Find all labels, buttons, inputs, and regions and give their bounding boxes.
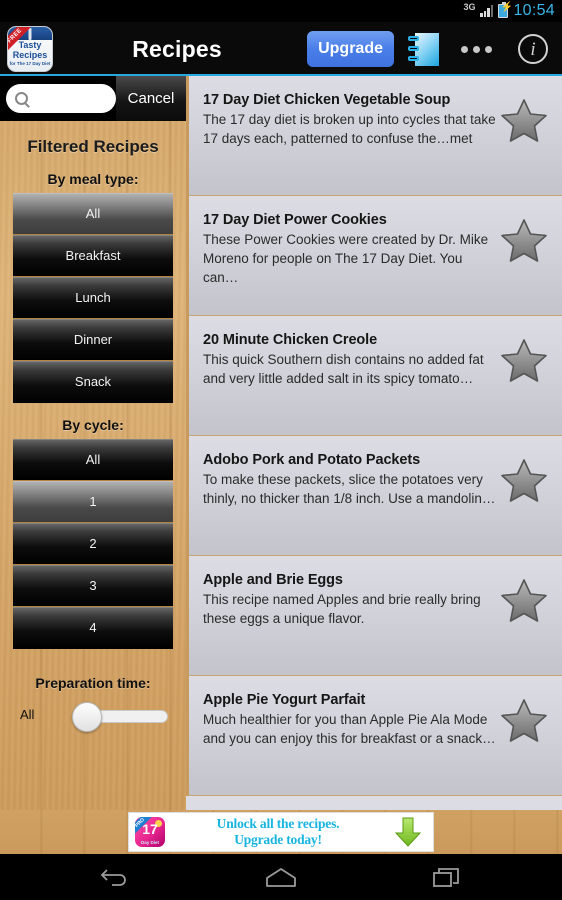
upgrade-button[interactable]: Upgrade (307, 31, 394, 67)
prep-time-value: All (20, 706, 35, 722)
recipe-row[interactable]: Adobo Pork and Potato Packets To make th… (186, 436, 562, 556)
cycle-group: All 1 2 3 4 (13, 439, 173, 649)
ad-line-1: Unlock all the recipes. (216, 816, 340, 831)
search-bar: Cancel (0, 76, 186, 121)
meal-type-label: By meal type: (47, 171, 139, 187)
prep-time-slider[interactable] (72, 699, 168, 732)
cycle-2[interactable]: 2 (13, 523, 173, 565)
star-icon[interactable] (501, 578, 547, 622)
recipe-title: 17 Day Diet Power Cookies (203, 212, 387, 228)
meal-type-lunch[interactable]: Lunch (13, 277, 173, 319)
cycle-4[interactable]: 4 (13, 607, 173, 649)
meal-type-group: All Breakfast Lunch Dinner Snack (13, 193, 173, 403)
search-input[interactable] (6, 84, 116, 113)
cancel-button[interactable]: Cancel (116, 76, 186, 121)
status-bar: 3G 10:54 (0, 0, 562, 22)
star-icon[interactable] (501, 338, 547, 382)
recipe-row[interactable]: Apple and Brie Eggs This recipe named Ap… (186, 556, 562, 676)
recipe-title: Adobo Pork and Potato Packets (203, 452, 421, 468)
cycle-1[interactable]: 1 (13, 481, 173, 523)
slider-knob[interactable] (72, 702, 102, 732)
fork-icon (28, 28, 32, 40)
android-nav-bar (0, 854, 562, 900)
meal-type-dinner[interactable]: Dinner (13, 319, 173, 361)
recipe-row[interactable]: 20 Minute Chicken Creole This quick Sout… (186, 316, 562, 436)
recipe-description: This quick Southern dish contains no add… (203, 352, 484, 386)
recipe-title: Apple Pie Yogurt Parfait (203, 692, 366, 708)
star-icon[interactable] (501, 698, 547, 742)
filter-panel-title: Filtered Recipes (27, 137, 159, 156)
meal-type-snack[interactable]: Snack (13, 361, 173, 403)
pro-17-day-diet-icon: PRO 17 Day Diet (135, 817, 165, 847)
ad-icon-number: 17 (142, 821, 158, 837)
recipe-description: This recipe named Apples and brie really… (203, 592, 481, 626)
info-icon[interactable]: i (518, 34, 548, 64)
star-icon[interactable] (501, 218, 547, 262)
recipe-row[interactable]: 17 Day Diet Chicken Vegetable Soup The 1… (186, 76, 562, 196)
filter-scroll-area: Filtered Recipes By meal type: All Break… (0, 121, 186, 810)
recipe-description: The 17 day diet is broken up into cycles… (203, 112, 496, 146)
recipe-title: 20 Minute Chicken Creole (203, 332, 378, 348)
download-arrow-icon (391, 815, 425, 849)
meal-type-breakfast[interactable]: Breakfast (13, 235, 173, 277)
recents-icon[interactable] (423, 857, 471, 897)
network-type-label: 3G (463, 1, 476, 12)
star-icon[interactable] (501, 98, 547, 142)
recipe-description: These Power Cookies were created by Dr. … (203, 232, 489, 285)
battery-charging-icon (498, 2, 513, 18)
recipe-title: 17 Day Diet Chicken Vegetable Soup (203, 92, 451, 108)
prep-time-label: Preparation time: (35, 675, 151, 691)
cycle-label: By cycle: (62, 417, 124, 433)
search-icon (15, 92, 28, 105)
filter-sidebar: Cancel Filtered Recipes By meal type: Al… (0, 76, 186, 810)
home-icon[interactable] (257, 857, 305, 897)
ad-line-2: Upgrade today! (234, 832, 322, 847)
recipe-title: Apple and Brie Eggs (203, 572, 343, 588)
cycle-all[interactable]: All (13, 439, 173, 481)
status-bar-clock: 10:54 (513, 2, 555, 19)
meal-type-all[interactable]: All (13, 193, 173, 235)
ad-banner-area: PRO 17 Day Diet Unlock all the recipes. … (0, 810, 562, 854)
recipe-description: Much healthier for you than Apple Pie Al… (203, 712, 496, 746)
ad-icon-sub: Day Diet (140, 840, 159, 845)
notebook-icon[interactable] (408, 32, 439, 66)
signal-bars-icon (480, 5, 494, 17)
action-bar: FREE Tasty Recipes for The 17 Day Diet R… (0, 22, 562, 76)
recipe-row[interactable]: 17 Day Diet Power Cookies These Power Co… (186, 196, 562, 316)
upgrade-ad-banner[interactable]: PRO 17 Day Diet Unlock all the recipes. … (128, 812, 434, 852)
ad-text: Unlock all the recipes. Upgrade today! (165, 816, 391, 848)
app-root: 3G 10:54 FREE Tasty Recipes for The 17 D… (0, 0, 562, 900)
recipe-list[interactable]: 17 Day Diet Chicken Vegetable Soup The 1… (186, 76, 562, 810)
app-icon-line1: Tasty (18, 40, 42, 50)
cycle-3[interactable]: 3 (13, 565, 173, 607)
recipe-row[interactable]: Apple Pie Yogurt Parfait Much healthier … (186, 676, 562, 796)
app-icon-line2: Recipes (12, 50, 48, 60)
prep-time-row: All (0, 699, 186, 732)
tasty-recipes-app-icon[interactable]: FREE Tasty Recipes for The 17 Day Diet (7, 26, 53, 72)
app-icon-line3: for The 17 Day Diet (9, 61, 51, 66)
more-options-icon[interactable] (461, 45, 492, 53)
star-icon[interactable] (501, 458, 547, 502)
recipe-description: To make these packets, slice the potatoe… (203, 472, 496, 506)
page-title: Recipes (132, 35, 222, 62)
back-icon[interactable] (91, 857, 139, 897)
